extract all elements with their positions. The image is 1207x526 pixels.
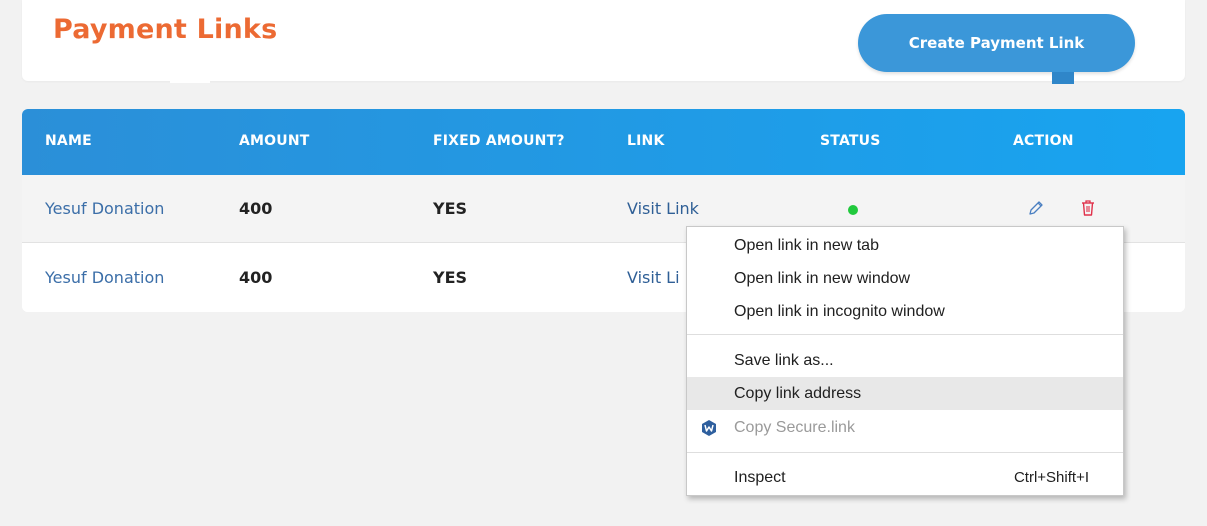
context-menu: Open link in new tab Open link in new wi… — [686, 226, 1124, 496]
menu-item-open-incognito[interactable]: Open link in incognito window — [687, 295, 1123, 328]
row-amount: 400 — [239, 199, 273, 218]
menu-item-label: Open link in incognito window — [734, 302, 945, 320]
row-fixed-amount: YES — [433, 268, 468, 287]
row-name-link[interactable]: Yesuf Donation — [45, 199, 164, 218]
menu-item-copy-link-address[interactable]: Copy link address — [687, 377, 1123, 410]
menu-item-open-new-window[interactable]: Open link in new window — [687, 262, 1123, 295]
menu-separator — [687, 452, 1123, 453]
trash-icon[interactable] — [1080, 199, 1096, 217]
column-header-name[interactable]: NAME — [45, 133, 92, 149]
menu-item-label: Open link in new tab — [734, 236, 879, 254]
column-header-status[interactable]: STATUS — [820, 133, 881, 149]
menu-item-label: Copy link address — [734, 384, 862, 402]
menu-item-label: Save link as... — [734, 351, 834, 369]
visit-link[interactable]: Visit Link — [627, 199, 699, 218]
pencil-icon[interactable] — [1027, 199, 1045, 217]
page-title: Payment Links — [53, 14, 278, 45]
row-name-link[interactable]: Yesuf Donation — [45, 268, 164, 287]
menu-item-save-link[interactable]: Save link as... — [687, 344, 1123, 377]
row-fixed-amount: YES — [433, 199, 468, 218]
menu-item-copy-secure-link[interactable]: Copy Secure.link — [687, 411, 1123, 444]
menu-item-inspect[interactable]: Inspect Ctrl+Shift+I — [687, 461, 1123, 494]
secure-link-w-icon — [702, 420, 716, 436]
column-header-action[interactable]: ACTION — [1013, 133, 1074, 149]
menu-item-label: Copy Secure.link — [734, 418, 855, 436]
visit-link[interactable]: Visit Li — [627, 268, 680, 287]
menu-item-open-new-tab[interactable]: Open link in new tab — [687, 229, 1123, 262]
column-header-link[interactable]: LINK — [627, 133, 665, 149]
status-dot — [848, 205, 858, 215]
column-header-amount[interactable]: AMOUNT — [239, 133, 310, 149]
row-amount: 400 — [239, 268, 273, 287]
column-header-fixed-amount[interactable]: FIXED AMOUNT? — [433, 133, 565, 149]
menu-item-shortcut: Ctrl+Shift+I — [1013, 469, 1089, 486]
create-payment-link-button[interactable]: Create Payment Link — [858, 14, 1135, 72]
table-header: NAME AMOUNT FIXED AMOUNT? LINK STATUS AC… — [22, 109, 1185, 175]
button-indicator — [1052, 72, 1074, 84]
menu-item-label: Open link in new window — [734, 269, 911, 287]
menu-item-label: Inspect — [734, 468, 786, 486]
header-divider — [170, 79, 210, 83]
menu-separator — [687, 334, 1123, 335]
